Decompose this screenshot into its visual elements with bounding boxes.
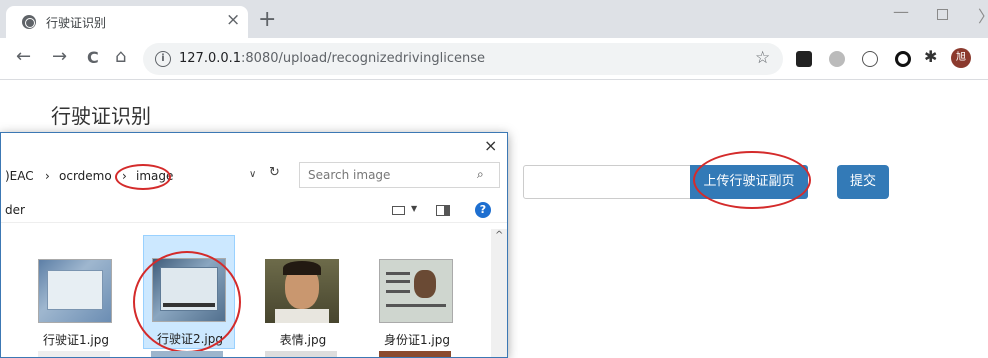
- scroll-up-icon[interactable]: ^: [495, 230, 503, 241]
- breadcrumb-separator: ›: [45, 169, 50, 183]
- browser-toolbar: ← → C ⌂ i 127.0.0.1:8080/upload/recogniz…: [0, 38, 988, 80]
- tab-active[interactable]: 行驶证识别 ×: [6, 6, 248, 38]
- file-input[interactable]: [523, 165, 691, 199]
- submit-button[interactable]: 提交: [837, 165, 889, 199]
- extension-icon[interactable]: [796, 51, 812, 67]
- file-thumbnail-peek: [38, 351, 110, 357]
- license-thumbnail: [38, 259, 112, 323]
- breadcrumb-root[interactable]: )EAC: [5, 169, 34, 183]
- extension-icon[interactable]: [862, 51, 878, 67]
- extension-icon[interactable]: [829, 51, 845, 67]
- file-thumbnail-peek: [379, 351, 451, 357]
- annotation-circle: [115, 164, 171, 190]
- scrollbar[interactable]: [491, 229, 507, 357]
- reload-icon[interactable]: C: [87, 48, 99, 67]
- url-host: 127.0.0.1: [179, 51, 242, 66]
- info-icon[interactable]: i: [155, 51, 171, 67]
- annotation-circle: [133, 251, 241, 353]
- photo-thumbnail: [265, 259, 339, 323]
- search-input[interactable]: Search image ⌕: [299, 162, 500, 188]
- breadcrumb-ocrdemo[interactable]: ocrdemo: [59, 169, 112, 183]
- tab-title: 行驶证识别: [46, 16, 107, 30]
- new-folder-label[interactable]: der: [5, 203, 25, 217]
- home-icon[interactable]: ⌂: [115, 46, 126, 67]
- chevron-down-icon[interactable]: ▼: [411, 204, 417, 213]
- globe-icon: [22, 15, 36, 29]
- avatar[interactable]: 旭: [951, 48, 971, 68]
- forward-icon[interactable]: →: [52, 46, 67, 67]
- dialog-command-bar: der ▼ ?: [1, 197, 507, 223]
- bookmark-star-icon[interactable]: ☆: [755, 48, 770, 68]
- file-thumbnail-peek: [151, 351, 223, 357]
- puzzle-icon[interactable]: ✱: [924, 47, 937, 66]
- file-name: 身份证1.jpg: [383, 333, 451, 347]
- back-icon[interactable]: ←: [16, 46, 31, 67]
- file-name: 表情.jpg: [279, 333, 327, 347]
- tab-strip: 行驶证识别 × + — 〉: [0, 0, 988, 38]
- search-placeholder: Search image: [308, 168, 391, 182]
- file-thumbnail-peek: [265, 351, 337, 357]
- window-maximize-button[interactable]: [937, 9, 948, 20]
- window-close-button[interactable]: 〉: [978, 3, 988, 27]
- extension-icon[interactable]: [895, 51, 911, 67]
- idcard-thumbnail: [379, 259, 453, 323]
- search-icon[interactable]: ⌕: [477, 167, 484, 182]
- view-options-icon[interactable]: [392, 206, 405, 215]
- file-open-dialog: × )EAC › ocrdemo › image ∨ ↻ Search imag…: [0, 132, 508, 358]
- url-text: 127.0.0.1:8080/upload/recognizedrivingli…: [179, 51, 485, 66]
- address-dropdown-icon[interactable]: ∨: [249, 169, 256, 180]
- page-title: 行驶证识别: [51, 104, 151, 128]
- annotation-circle: [693, 151, 811, 209]
- file-name: 行驶证1.jpg: [42, 333, 110, 347]
- dialog-close-icon[interactable]: ×: [484, 136, 497, 155]
- window-minimize-button[interactable]: —: [893, 2, 909, 21]
- help-icon[interactable]: ?: [475, 202, 491, 218]
- new-tab-button[interactable]: +: [258, 7, 276, 32]
- refresh-icon[interactable]: ↻: [269, 165, 280, 180]
- file-item[interactable]: 身份证1.jpg: [371, 237, 463, 351]
- file-item[interactable]: 表情.jpg: [257, 237, 349, 351]
- tab-close-icon[interactable]: ×: [226, 10, 240, 30]
- preview-pane-icon[interactable]: [436, 205, 450, 216]
- address-bar[interactable]: i 127.0.0.1:8080/upload/recognizedriving…: [143, 43, 783, 75]
- file-item[interactable]: 行驶证1.jpg: [30, 237, 122, 351]
- url-path: :8080/upload/recognizedrivinglicense: [241, 51, 485, 66]
